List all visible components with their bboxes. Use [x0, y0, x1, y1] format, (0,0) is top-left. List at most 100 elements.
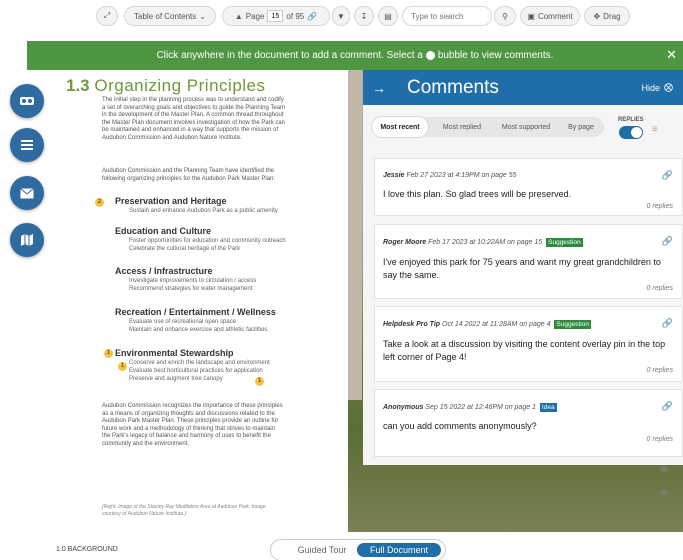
- table-of-contents-dropdown[interactable]: Table of Contents ⌄: [124, 6, 216, 26]
- move-icon: ✥: [593, 11, 601, 21]
- search-button[interactable]: ⚲: [494, 6, 516, 26]
- principle-item: Foster opportunities for education and c…: [129, 238, 286, 244]
- principle-item: Preserve and augment tree canopy: [129, 375, 223, 382]
- comment-text: can you add comments anonymously?: [383, 421, 537, 431]
- comment-text: I love this plan. So glad trees will be …: [383, 189, 572, 199]
- guided-tour-option[interactable]: Guided Tour: [285, 543, 359, 557]
- comment-text: Take a look at a discussion by visiting …: [383, 339, 666, 362]
- overlay-toggle-button[interactable]: [10, 84, 44, 118]
- search-input[interactable]: [402, 6, 492, 26]
- principle-list: Sustain and enhance Audubon Park as a pu…: [129, 208, 278, 216]
- fullscreen-button[interactable]: ⤢: [96, 6, 118, 26]
- caption-line: courtesy of Audubon Nature Institute.): [102, 511, 187, 517]
- envelope-icon: [20, 187, 34, 198]
- zoom-out-button[interactable]: ⊖: [657, 487, 671, 501]
- text-line: Audubon Commission recognizes the import…: [102, 403, 283, 409]
- text-line: Audubon Park Master Plan. These principl…: [102, 418, 279, 425]
- tab-most-recent[interactable]: Most recent: [372, 117, 428, 137]
- replies-toggle[interactable]: [619, 126, 643, 139]
- comment-meta: Helpdesk Pro Tip Oct 14 2022 at 11:28AM …: [383, 320, 591, 329]
- principle-title: Education and Culture: [115, 226, 212, 236]
- replies-count[interactable]: 0 replies: [647, 436, 673, 443]
- replies-count[interactable]: 0 replies: [647, 367, 673, 374]
- download-icon: ↧: [360, 11, 368, 21]
- principle-item: Conserve and enrich the landscape and en…: [129, 360, 270, 366]
- principle-list: Foster opportunities for education and c…: [129, 238, 286, 254]
- comment-button[interactable]: ▣ Comment: [520, 6, 580, 26]
- link-icon[interactable]: 🔗: [662, 170, 673, 181]
- comment-author: Roger Moore: [383, 239, 427, 246]
- page-number-input[interactable]: [267, 10, 284, 22]
- text-line: be maintained and enhanced in a way that…: [102, 127, 279, 134]
- next-page-button[interactable]: ▼: [332, 6, 350, 26]
- text-line: in the development of the Master Plan. A…: [102, 112, 284, 119]
- next-page-icon: ▼: [337, 11, 345, 21]
- print-button[interactable]: ▤: [378, 6, 398, 26]
- principle-list: Evaluate use of recreational open space …: [129, 319, 267, 335]
- principle-item: Evaluate best horticultural practices fo…: [129, 367, 263, 374]
- link-icon[interactable]: 🔗: [662, 318, 673, 329]
- drag-button[interactable]: ✥ Drag: [584, 6, 630, 26]
- instruction-banner: Click anywhere in the document to add a …: [27, 41, 683, 70]
- sort-tabs: Most recent Most replied Most supported …: [372, 117, 604, 137]
- link-icon[interactable]: 🔗: [307, 12, 317, 21]
- tab-most-supported[interactable]: Most supported: [496, 117, 556, 137]
- comment-pin[interactable]: 1: [118, 362, 127, 371]
- filter-icon[interactable]: ≡: [652, 124, 658, 135]
- hide-comments-button[interactable]: Hide ⨂: [641, 82, 673, 93]
- comment-pin[interactable]: 1: [255, 377, 264, 386]
- tree-trunk: [348, 70, 362, 400]
- principle-item: Maintain and enhance exercise and athlet…: [129, 326, 268, 333]
- comment-label: Comment: [537, 11, 573, 21]
- menu-button[interactable]: [10, 128, 44, 162]
- comment-card[interactable]: Roger Moore Feb 17 2023 at 10:22AM on pa…: [374, 224, 683, 299]
- chevron-down-icon: ⌄: [199, 11, 206, 21]
- map-button[interactable]: [10, 223, 44, 257]
- link-icon[interactable]: 🔗: [662, 401, 673, 412]
- text-line: following organizing principles for the …: [102, 175, 276, 182]
- comment-pin[interactable]: 2: [95, 198, 104, 207]
- comment-author: Helpdesk Pro Tip: [383, 321, 441, 328]
- tab-by-page[interactable]: By page: [562, 117, 600, 137]
- prev-page-icon[interactable]: ▲: [235, 12, 243, 21]
- replies-count[interactable]: 0 replies: [647, 285, 673, 292]
- full-document-option[interactable]: Full Document: [357, 543, 441, 557]
- comment-date: Feb 17 2023 at 10:22AM on page 15: [428, 239, 543, 246]
- section-number: 1.3: [66, 76, 90, 95]
- comment-date: Oct 14 2022 at 11:28AM on page 4: [442, 321, 551, 328]
- principle-list: Investigate improvements to circulation …: [129, 278, 256, 294]
- comment-pin[interactable]: 1: [104, 349, 113, 358]
- fit-width-button[interactable]: ↔: [657, 510, 671, 524]
- comment-bubble-icon: [425, 51, 435, 60]
- tab-most-replied[interactable]: Most replied: [434, 117, 490, 137]
- print-icon: ▤: [384, 11, 392, 21]
- comment-card[interactable]: Anonymous Sep 15 2022 at 12:46PM on page…: [374, 389, 683, 457]
- page-total: of 95: [286, 11, 305, 21]
- principle-item: Evaluate use of recreational open space: [129, 319, 237, 325]
- download-button[interactable]: ↧: [354, 6, 374, 26]
- comment-card[interactable]: Helpdesk Pro Tip Oct 14 2022 at 11:28AM …: [374, 306, 683, 382]
- toggle-knob: [631, 127, 642, 138]
- overlay-icon: [20, 97, 34, 105]
- comments-title: Comments: [407, 77, 499, 98]
- comment-card[interactable]: Jessie Feb 27 2023 at 4:19PM on page 55 …: [374, 158, 683, 216]
- text-line: Audubon Commission and Audubon Nature In…: [102, 134, 242, 141]
- fit-width-icon: ↔: [659, 510, 669, 520]
- replies-label: REPLIES: [618, 117, 644, 123]
- toolbar: ⤢ Table of Contents ⌄ ▲ Page of 95 🔗 ▼ ↧…: [0, 6, 683, 28]
- close-banner-button[interactable]: ✕: [666, 47, 677, 63]
- image-caption: (Right: Image of the Stanley Ray Meditat…: [102, 504, 322, 518]
- principle-item: Recommend strategies for water managemen…: [129, 285, 253, 292]
- principle-title: Recreation / Entertainment / Wellness: [115, 307, 276, 317]
- collapse-arrow-icon[interactable]: →: [372, 80, 386, 96]
- email-button[interactable]: [10, 176, 44, 210]
- section-heading: 1.3 Organizing Principles: [66, 76, 266, 96]
- principle-item: Sustain and enhance Audubon Park as a pu…: [129, 208, 278, 214]
- text-line: the Master Plan document involves invest…: [102, 119, 286, 126]
- link-icon[interactable]: 🔗: [662, 236, 673, 247]
- map-icon: [21, 234, 33, 246]
- replies-count[interactable]: 0 replies: [647, 203, 673, 210]
- toc-label: Table of Contents: [134, 11, 197, 21]
- document-page[interactable]: 1.3 Organizing Principles The initial st…: [58, 70, 348, 532]
- zoom-in-button[interactable]: ⊕: [657, 464, 671, 478]
